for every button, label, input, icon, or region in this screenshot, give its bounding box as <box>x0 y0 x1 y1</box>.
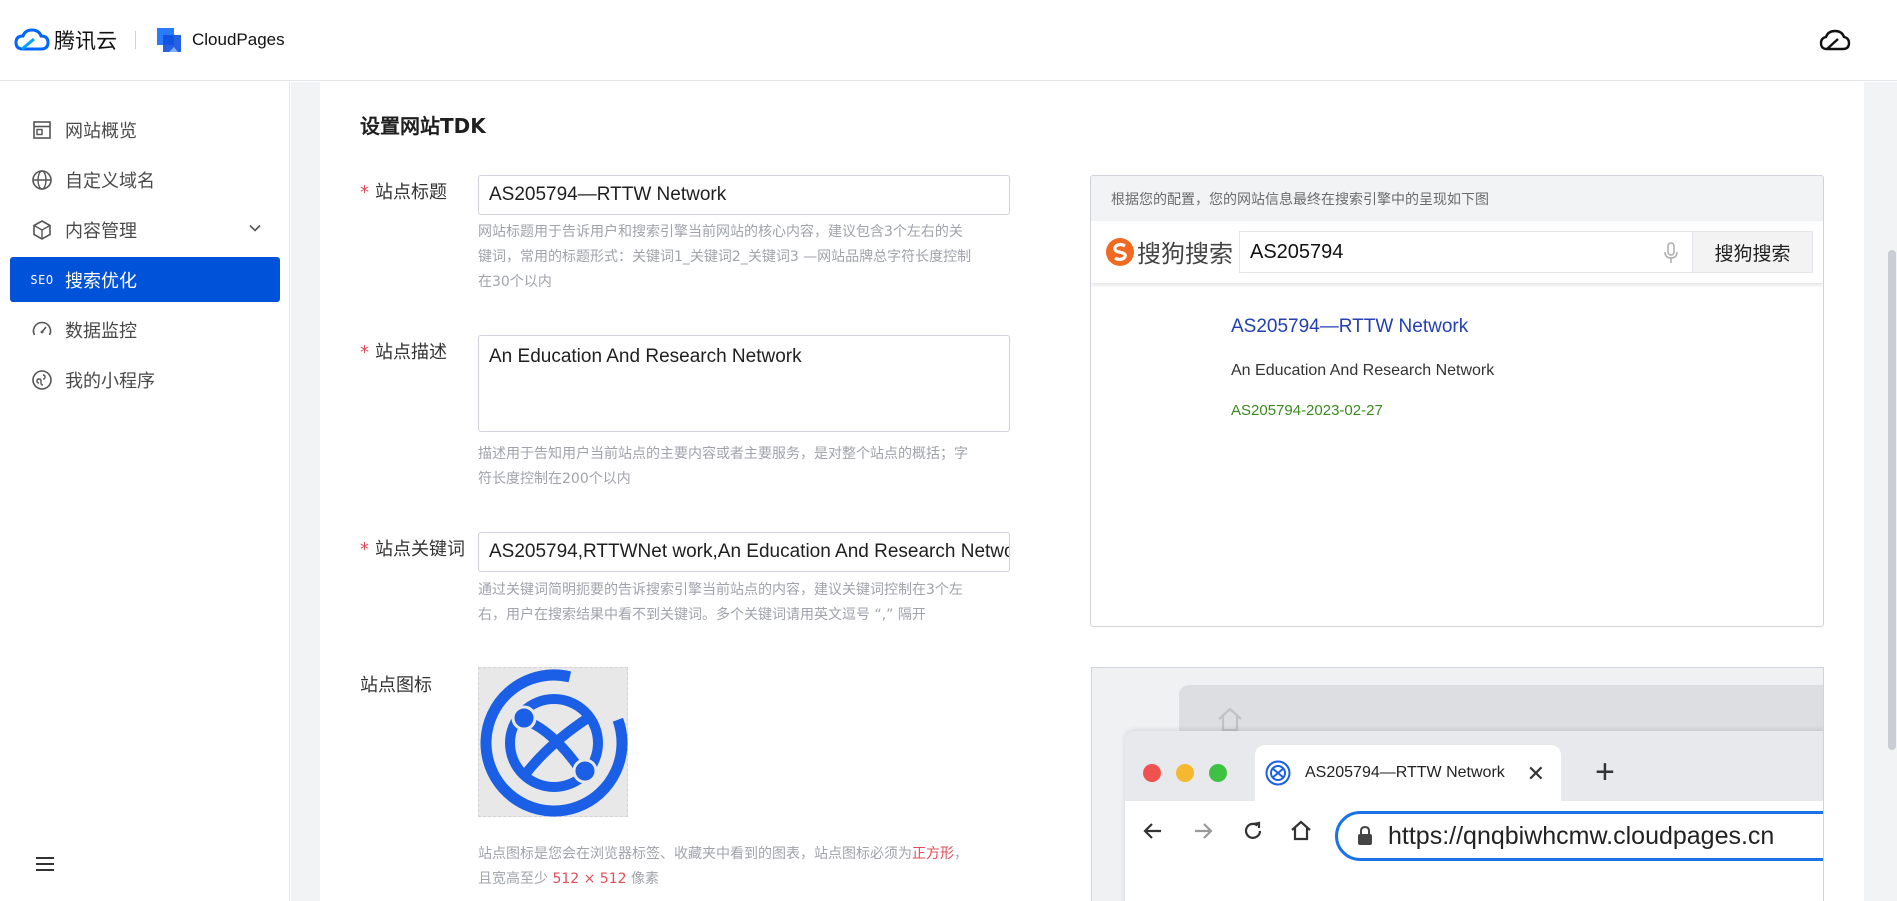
sidebar-item-custom-domain[interactable]: 自定义域名 <box>10 157 280 202</box>
browser-window-icon <box>30 118 54 142</box>
brand-divider <box>135 31 136 49</box>
minimize-dot <box>1176 764 1194 782</box>
sidebar-item-label: 内容管理 <box>65 220 137 242</box>
help-line: 在30个以内 <box>478 274 552 290</box>
tab-favicon-icon <box>1265 760 1291 786</box>
site-favicon-icon <box>480 669 628 817</box>
close-dot <box>1143 764 1161 782</box>
preview-note: 根据您的配置，您的网站信息最终在搜索引擎中的呈现如下图 <box>1091 176 1823 221</box>
browser-tab-preview: AS205794—RTTW Network ✕ + https://qnqbiw… <box>1091 667 1824 901</box>
cloud-console-icon[interactable] <box>1819 28 1851 54</box>
result-description: An Education And Research Network <box>1231 362 1495 379</box>
product-name[interactable]: CloudPages <box>192 30 285 50</box>
sidebar-item-label: 我的小程序 <box>65 370 155 392</box>
menu-collapse-icon[interactable] <box>34 855 56 873</box>
search-button: 搜狗搜索 <box>1692 231 1813 273</box>
address-bar: https://qnqbiwhcmw.cloudpages.cn <box>1335 811 1823 861</box>
help-text: 像素 <box>626 871 659 887</box>
help-line: 站点图标是您会在浏览器标签、收藏夹中看到的图表，站点图标必须为正方形， <box>478 842 1018 867</box>
tab-title: AS205794—RTTW Network <box>1305 764 1505 781</box>
site-title-input[interactable]: AS205794—RTTW Network <box>478 175 1010 215</box>
result-title: AS205794—RTTW Network <box>1231 316 1469 337</box>
help-line: 且宽高至少 512 × 512 像素 <box>478 867 1018 892</box>
site-favicon-help: 站点图标是您会在浏览器标签、收藏夹中看到的图表，站点图标必须为正方形， 且宽高至… <box>478 842 1018 892</box>
browser-window: AS205794—RTTW Network ✕ + https://qnqbiw… <box>1125 731 1823 901</box>
result-url: AS205794-2023-02-27 <box>1231 402 1383 419</box>
browser-tab: AS205794—RTTW Network ✕ <box>1255 745 1561 801</box>
cube-icon <box>30 218 54 242</box>
url-text: https://qnqbiwhcmw.cloudpages.cn <box>1388 821 1775 850</box>
favicon-upload[interactable] <box>478 667 628 817</box>
brand-name: 腾讯云 <box>54 29 117 53</box>
help-line: 描述用于告知用户当前站点的主要内容或者主要服务，是对整个站点的概括；字 <box>478 446 968 462</box>
sidebar-item-label: 网站概览 <box>65 120 137 142</box>
help-highlight: 正方形 <box>912 846 954 862</box>
tab-close-icon: ✕ <box>1526 761 1545 786</box>
help-line: 键词，常用的标题形式：关键词1_关键词2_关键词3 —网站品牌总字符长度控制 <box>478 249 972 265</box>
sidebar-item-label: 数据监控 <box>65 320 137 342</box>
sidebar-item-seo[interactable]: SEO 搜索优化 <box>10 257 280 302</box>
chevron-down-icon <box>249 224 261 232</box>
help-highlight: 512 × 512 <box>552 871 627 887</box>
sogou-logo: 搜狗搜索 <box>1105 234 1233 269</box>
maximize-dot <box>1209 764 1227 782</box>
sogou-s-icon <box>1106 237 1134 266</box>
site-keywords-help: 通过关键词简明扼要的告诉搜索引擎当前站点的内容，建议关键词控制在3个左 右，用户… <box>478 578 1018 628</box>
help-line: 右，用户在搜索结果中看不到关键词。多个关键词请用英文逗号 “,” 隔开 <box>478 607 926 623</box>
required-mark: * <box>360 182 369 203</box>
help-text: 且宽高至少 <box>478 871 553 887</box>
tencent-cloud-brand[interactable]: 腾讯云 <box>14 25 117 55</box>
mini-program-icon <box>30 368 54 392</box>
reload-icon <box>1244 821 1262 839</box>
query-text: AS205794 <box>1250 240 1344 263</box>
sidebar-item-label: 搜索优化 <box>65 270 137 292</box>
site-description-help: 描述用于告知用户当前站点的主要内容或者主要服务，是对整个站点的概括；字 符长度控… <box>478 442 1018 492</box>
section-title: 设置网站TDK <box>360 114 486 138</box>
gauge-icon <box>30 318 54 342</box>
site-favicon-label: 站点图标 <box>360 675 432 696</box>
site-title-help: 网站标题用于告诉用户和搜索引擎当前网站的核心内容，建议包含3个左右的关 键词，常… <box>478 220 1018 295</box>
new-tab-icon: + <box>1595 753 1615 791</box>
label-text: 站点标题 <box>375 182 447 203</box>
sidebar-item-content-management[interactable]: 内容管理 <box>10 207 280 252</box>
help-line: 通过关键词简明扼要的告诉搜索引擎当前站点的内容，建议关键词控制在3个左 <box>478 582 963 598</box>
site-keywords-input[interactable]: AS205794,RTTWNet work,An Education And R… <box>478 532 1010 572</box>
cloudpages-logo-icon <box>157 28 181 52</box>
sidebar-item-overview[interactable]: 网站概览 <box>10 107 280 152</box>
label-text: 站点描述 <box>375 342 447 363</box>
help-text: 站点图标是您会在浏览器标签、收藏夹中看到的图表，站点图标必须为 <box>478 846 912 862</box>
required-mark: * <box>360 342 369 363</box>
browser-toolbar: https://qnqbiwhcmw.cloudpages.cn <box>1125 801 1823 901</box>
label-text: 站点关键词 <box>375 539 465 560</box>
help-line: 网站标题用于告诉用户和搜索引擎当前网站的核心内容，建议包含3个左右的关 <box>478 224 963 240</box>
back-arrow-icon <box>1143 823 1161 839</box>
sidebar-item-mini-program[interactable]: 我的小程序 <box>10 357 280 402</box>
help-line: 符长度控制在200个以内 <box>478 471 631 487</box>
search-result-preview: 根据您的配置，您的网站信息最终在搜索引擎中的呈现如下图 搜狗搜索 AS20579… <box>1090 175 1824 627</box>
site-description-textarea[interactable]: An Education And Research Network <box>478 335 1010 432</box>
globe-icon <box>30 168 54 192</box>
home-icon <box>1291 820 1311 841</box>
scrollbar-thumb[interactable] <box>1888 250 1896 750</box>
site-title-label: * 站点标题 <box>360 178 447 204</box>
help-text: ， <box>954 846 968 862</box>
search-bar: 搜狗搜索 AS205794 搜狗搜索 <box>1091 221 1823 283</box>
sidebar-item-data-monitoring[interactable]: 数据监控 <box>10 307 280 352</box>
tencent-cloud-logo-icon <box>14 28 50 51</box>
sidebar-item-label: 自定义域名 <box>65 170 155 192</box>
top-header: 腾讯云 CloudPages <box>0 0 1897 81</box>
site-keywords-label: * 站点关键词 <box>360 535 465 561</box>
required-mark: * <box>360 539 369 560</box>
home-icon <box>1218 707 1242 732</box>
sidebar: 网站概览 自定义域名 内容管理 SEO 搜索优化 数据监控 我的小程序 <box>0 82 290 901</box>
forward-arrow-icon <box>1195 823 1213 839</box>
seo-icon: SEO <box>30 272 54 287</box>
site-description-label: * 站点描述 <box>360 338 447 364</box>
microphone-icon <box>1664 242 1678 263</box>
lock-icon <box>1358 826 1372 845</box>
search-query-input: AS205794 <box>1239 231 1693 273</box>
sogou-name: 搜狗搜索 <box>1137 240 1233 268</box>
